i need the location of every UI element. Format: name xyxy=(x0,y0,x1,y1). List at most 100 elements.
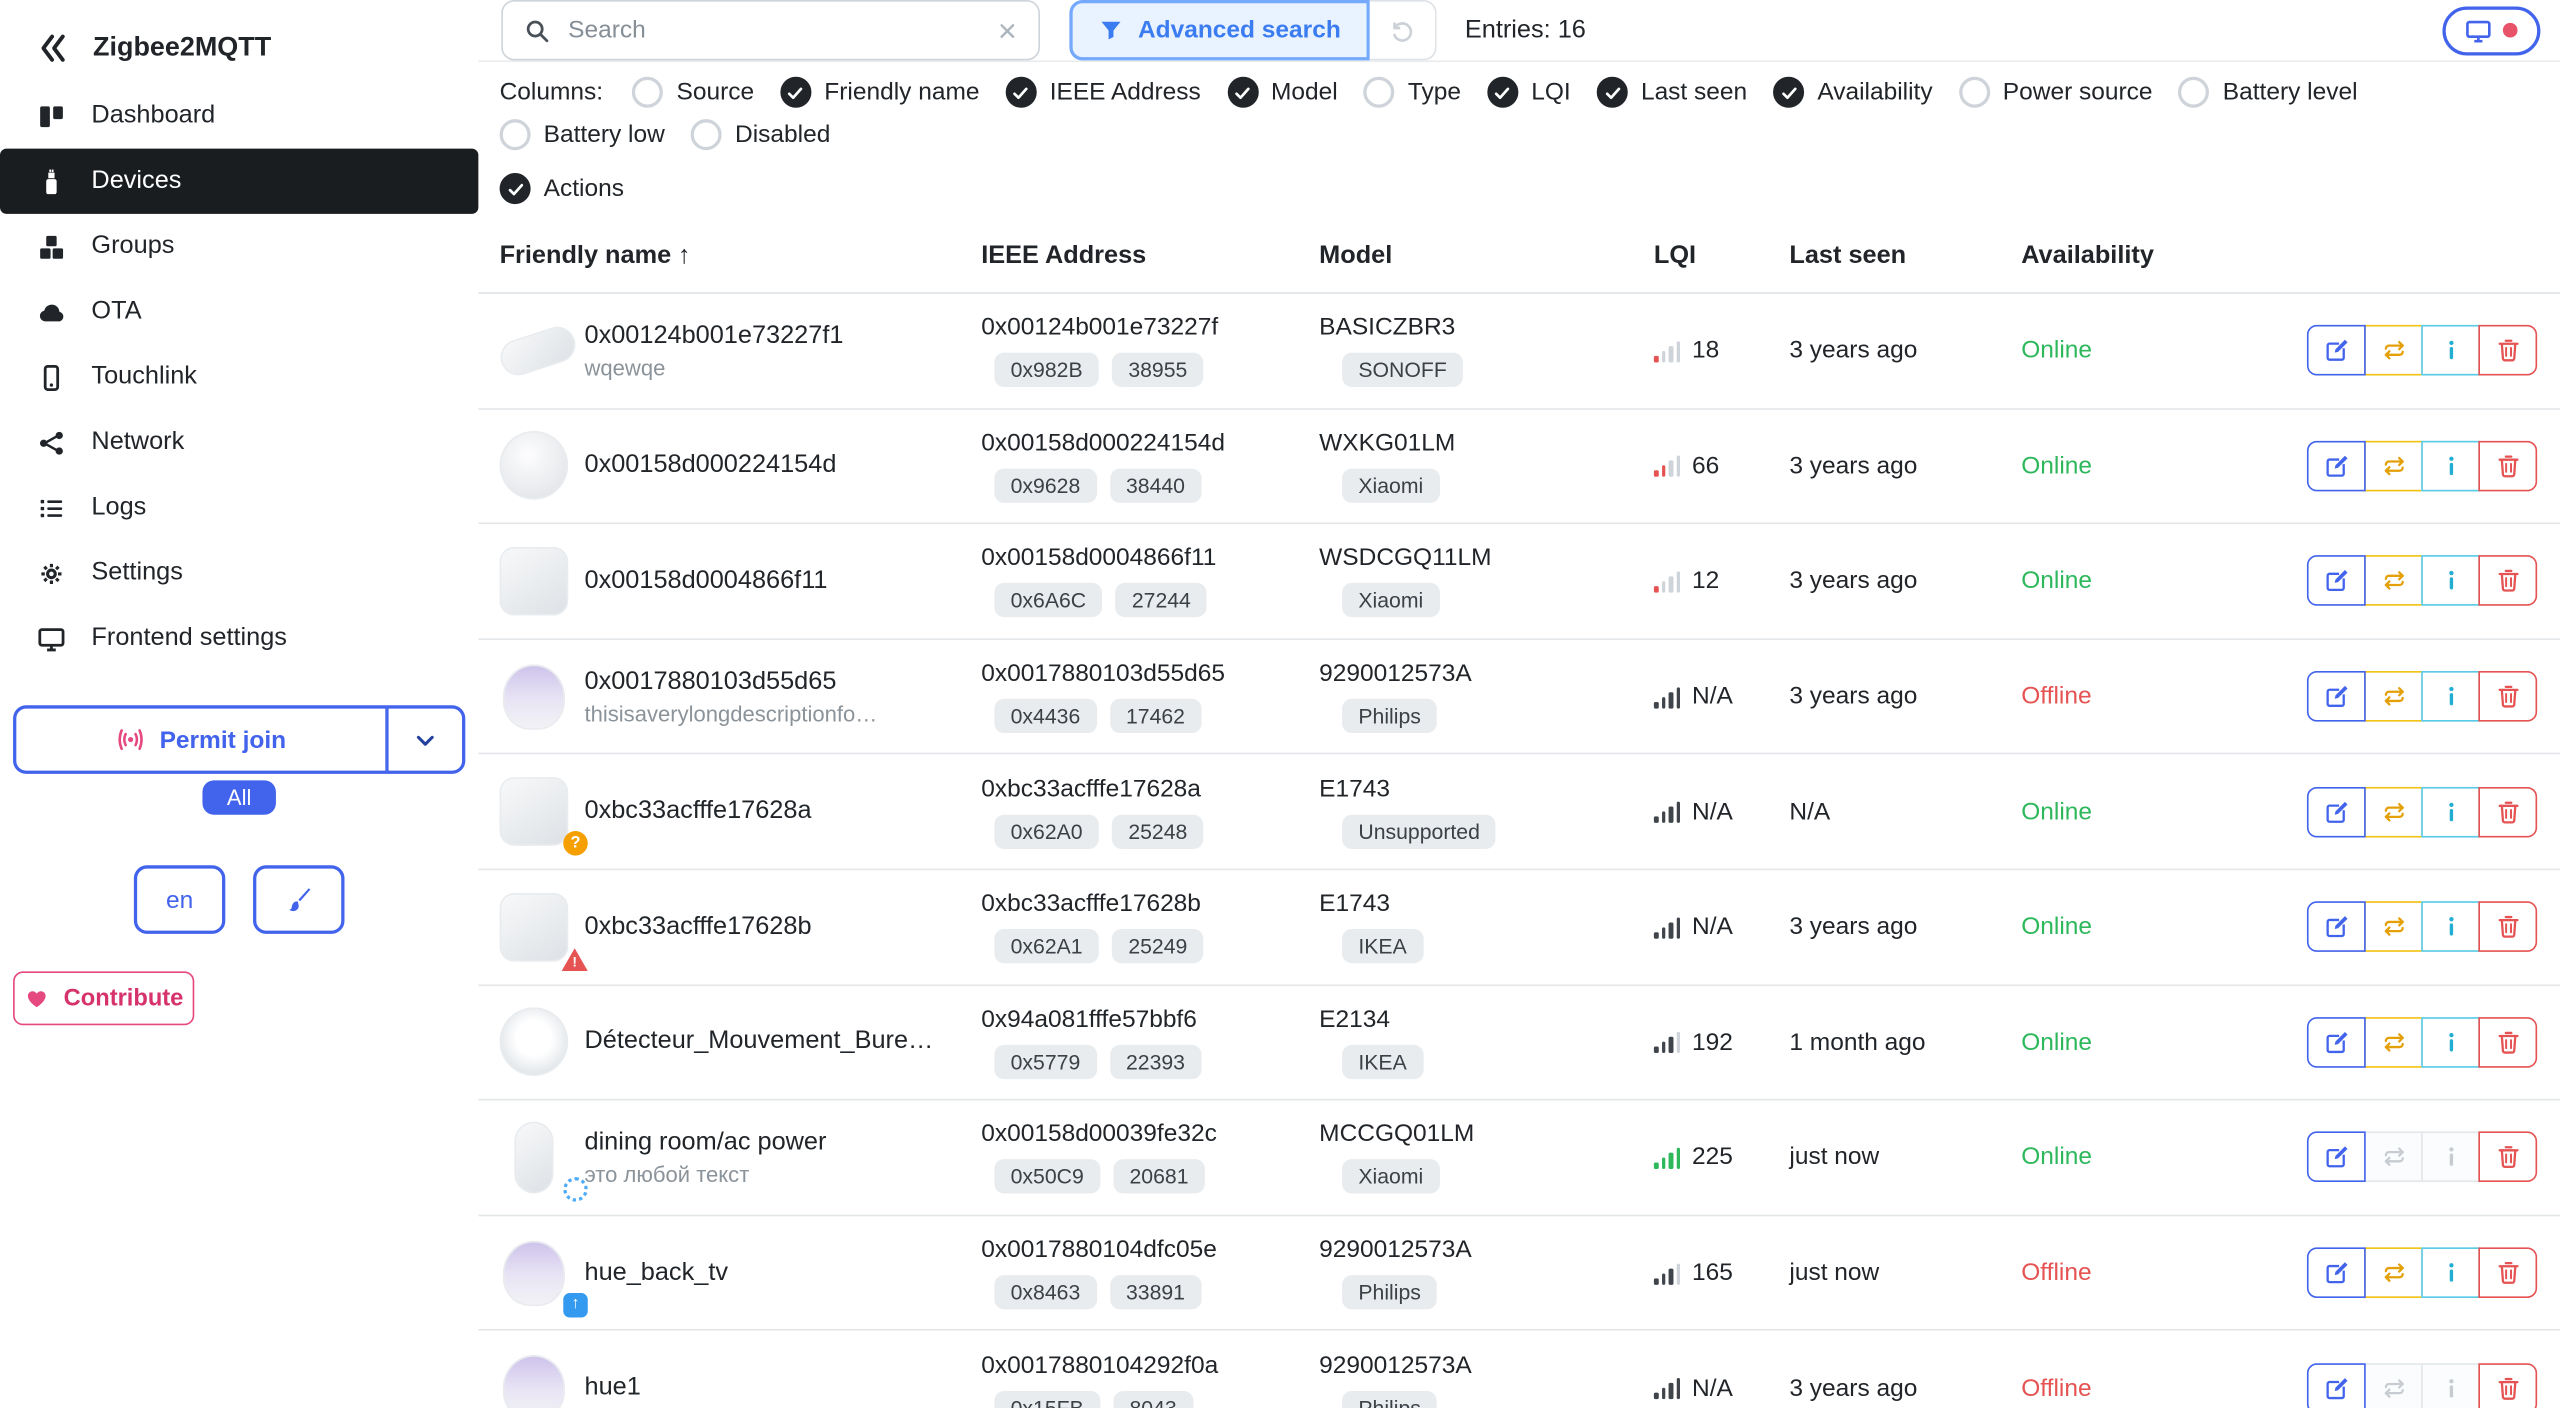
sidebar-item-logs[interactable]: Logs xyxy=(0,475,478,540)
reconfigure-device-button[interactable] xyxy=(2364,901,2423,953)
model-id[interactable]: 9290012573A xyxy=(1319,660,1654,688)
model-id[interactable]: WSDCGQ11LM xyxy=(1319,544,1654,572)
column-toggle-disabled[interactable]: Disabled xyxy=(690,119,830,151)
header-ieee-address[interactable]: IEEE Address xyxy=(981,241,1319,270)
device-image[interactable] xyxy=(500,657,585,735)
sidebar-item-touchlink[interactable]: Touchlink xyxy=(0,344,478,409)
remove-device-button[interactable] xyxy=(2478,1016,2538,1068)
device-friendly-name[interactable]: 0x00124b001e73227f1 xyxy=(584,321,843,350)
remove-device-button[interactable] xyxy=(2478,671,2538,722)
device-image[interactable] xyxy=(499,542,585,620)
column-toggle-model[interactable]: Model xyxy=(1226,76,1338,108)
device-info-button[interactable] xyxy=(2421,901,2480,953)
reconfigure-device-button[interactable] xyxy=(2364,325,2423,376)
column-toggle-source[interactable]: Source xyxy=(632,76,754,108)
device-image[interactable] xyxy=(500,1118,588,1202)
collapse-sidebar-icon[interactable] xyxy=(38,33,69,64)
device-friendly-name[interactable]: dining room/ac power xyxy=(584,1128,826,1157)
edit-device-button[interactable] xyxy=(2306,671,2366,722)
model-id[interactable]: BASICZBR3 xyxy=(1319,314,1654,342)
device-friendly-name[interactable]: 0x00158d000224154d xyxy=(584,451,836,480)
column-toggle-ieee-address[interactable]: IEEE Address xyxy=(1005,76,1201,108)
display-theme-button[interactable] xyxy=(2442,5,2541,55)
device-image[interactable] xyxy=(500,1349,585,1408)
remove-device-button[interactable] xyxy=(2478,1132,2538,1183)
sidebar-item-dashboard[interactable]: Dashboard xyxy=(0,83,478,148)
model-id[interactable]: 9290012573A xyxy=(1319,1236,1654,1264)
model-id[interactable]: E1743 xyxy=(1319,775,1654,803)
sidebar-item-network[interactable]: Network xyxy=(0,410,478,475)
edit-device-button[interactable] xyxy=(2306,1132,2366,1183)
device-info-button[interactable] xyxy=(2421,786,2480,838)
reconfigure-device-button[interactable] xyxy=(2364,555,2423,607)
header-friendly-name[interactable]: Friendly name ↑ xyxy=(500,241,982,270)
device-friendly-name[interactable]: 0x00158d0004866f11 xyxy=(584,567,827,596)
model-id[interactable]: MCCGQ01LM xyxy=(1319,1121,1654,1149)
reconfigure-device-button[interactable] xyxy=(2364,1247,2423,1299)
remove-device-button[interactable] xyxy=(2478,440,2538,492)
column-toggle-power-source[interactable]: Power source xyxy=(1958,76,2153,108)
header-availability[interactable]: Availability xyxy=(2021,241,2258,270)
device-image[interactable]: ? xyxy=(499,773,588,856)
reset-filters-button[interactable] xyxy=(1370,0,1438,61)
device-friendly-name[interactable]: 0xbc33acfffe17628b xyxy=(584,912,811,941)
device-info-button[interactable] xyxy=(2421,325,2480,376)
edit-device-button[interactable] xyxy=(2306,901,2366,953)
sidebar-item-groups[interactable]: Groups xyxy=(0,214,478,279)
language-button[interactable]: en xyxy=(133,865,226,934)
column-toggle-last-seen[interactable]: Last seen xyxy=(1596,76,1747,108)
edit-device-button[interactable] xyxy=(2306,555,2366,607)
sidebar-item-frontend-settings[interactable]: Frontend settings xyxy=(0,606,478,671)
remove-device-button[interactable] xyxy=(2478,901,2538,953)
remove-device-button[interactable] xyxy=(2478,786,2538,838)
reconfigure-device-button[interactable] xyxy=(2364,1016,2423,1068)
column-toggle-lqi[interactable]: LQI xyxy=(1487,76,1571,108)
device-image[interactable] xyxy=(499,1003,585,1081)
edit-device-button[interactable] xyxy=(2306,786,2366,838)
permit-join-button[interactable]: Permit join xyxy=(13,705,387,774)
device-friendly-name[interactable]: hue1 xyxy=(584,1373,640,1402)
header-lqi[interactable]: LQI xyxy=(1654,241,1790,270)
edit-device-button[interactable] xyxy=(2306,1016,2366,1068)
device-image[interactable] xyxy=(499,427,585,505)
device-image[interactable]: ↑ xyxy=(500,1234,588,1317)
advanced-search-button[interactable]: Advanced search xyxy=(1069,0,1371,61)
device-info-button[interactable] xyxy=(2421,555,2480,607)
remove-device-button[interactable] xyxy=(2478,325,2538,376)
model-id[interactable]: WXKG01LM xyxy=(1319,429,1654,457)
sidebar-item-devices[interactable]: Devices xyxy=(0,148,479,214)
column-toggle-battery-low[interactable]: Battery low xyxy=(499,119,665,151)
reconfigure-device-button[interactable] xyxy=(2364,1362,2423,1408)
edit-device-button[interactable] xyxy=(2306,325,2366,376)
header-model[interactable]: Model xyxy=(1319,241,1654,270)
device-info-button[interactable] xyxy=(2421,1247,2480,1299)
search-input[interactable] xyxy=(564,14,977,46)
device-image[interactable] xyxy=(495,312,585,390)
reconfigure-device-button[interactable] xyxy=(2364,1132,2423,1183)
column-toggle-availability[interactable]: Availability xyxy=(1773,76,1933,108)
device-info-button[interactable] xyxy=(2421,1016,2480,1068)
clear-search-button[interactable] xyxy=(976,2,1038,59)
remove-device-button[interactable] xyxy=(2478,1247,2538,1299)
device-info-button[interactable] xyxy=(2421,1132,2480,1183)
model-id[interactable]: 9290012573A xyxy=(1319,1351,1654,1379)
edit-device-button[interactable] xyxy=(2306,1247,2366,1299)
device-friendly-name[interactable]: Détecteur_Mouvement_Bure… xyxy=(584,1028,933,1057)
column-toggle-battery-level[interactable]: Battery level xyxy=(2178,76,2358,108)
device-info-button[interactable] xyxy=(2421,671,2480,722)
contribute-button[interactable]: Contribute xyxy=(13,971,195,1026)
device-friendly-name[interactable]: 0x0017880103d55d65 xyxy=(584,667,877,696)
sidebar-item-settings[interactable]: Settings xyxy=(0,540,478,605)
header-last-seen[interactable]: Last seen xyxy=(1789,241,2021,270)
remove-device-button[interactable] xyxy=(2478,1362,2538,1408)
column-toggle-actions[interactable]: Actions xyxy=(499,173,624,205)
edit-device-button[interactable] xyxy=(2306,1362,2366,1408)
sidebar-item-ota[interactable]: OTA xyxy=(0,279,478,344)
column-toggle-type[interactable]: Type xyxy=(1363,76,1461,108)
column-toggle-friendly-name[interactable]: Friendly name xyxy=(780,76,979,108)
device-friendly-name[interactable]: hue_back_tv xyxy=(584,1258,728,1287)
theme-brush-button[interactable] xyxy=(253,865,345,934)
reconfigure-device-button[interactable] xyxy=(2364,440,2423,492)
permit-join-dropdown-button[interactable] xyxy=(386,705,466,774)
device-info-button[interactable] xyxy=(2421,1362,2480,1408)
